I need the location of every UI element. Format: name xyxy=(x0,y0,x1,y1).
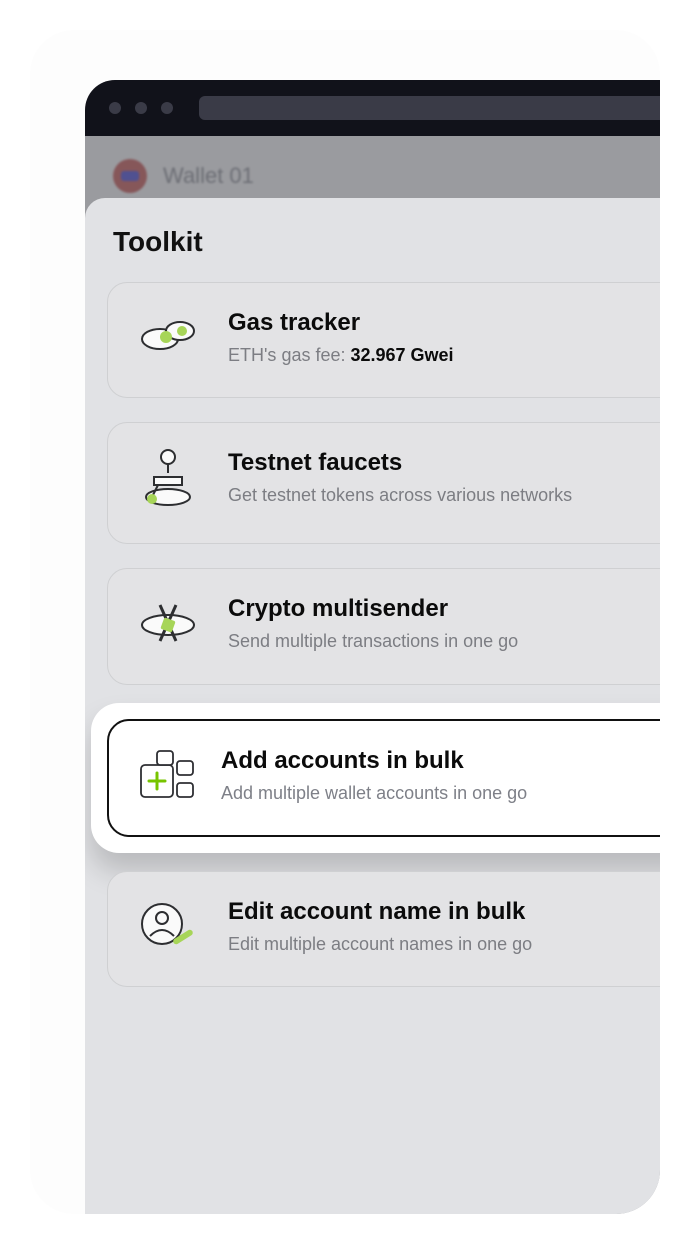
browser-title-bar xyxy=(85,80,660,136)
card-desc: Send multiple transactions in one go xyxy=(228,629,608,653)
window-dot xyxy=(109,102,121,114)
device-frame: Wallet 01 Toolkit xyxy=(30,30,660,1214)
panel-title: Toolkit xyxy=(113,226,203,258)
address-bar[interactable] xyxy=(199,96,660,120)
bulk-edit-icon xyxy=(132,898,204,954)
bulk-add-icon xyxy=(133,747,197,805)
browser-window: Wallet 01 Toolkit xyxy=(85,80,660,1214)
card-desc: ETH's gas fee: 32.967 Gwei xyxy=(228,343,608,367)
gas-icon xyxy=(132,309,204,359)
card-desc: Edit multiple account names in one go xyxy=(228,932,608,956)
panel-header: Toolkit xyxy=(107,226,660,282)
traffic-lights xyxy=(109,102,173,114)
toolkit-panel: Toolkit xyxy=(85,198,660,1214)
card-edit-accounts-bulk[interactable]: Edit account name in bulk Edit multiple … xyxy=(107,871,660,987)
cards-list: Gas tracker ETH's gas fee: 32.967 Gwei N… xyxy=(107,282,660,987)
faucet-icon xyxy=(132,449,204,513)
card-add-accounts-bulk[interactable]: Add accounts in bulk Add multiple wallet… xyxy=(107,719,660,837)
gas-value: 32.967 Gwei xyxy=(350,345,453,365)
card-title: Crypto multisender xyxy=(228,595,608,623)
card-desc: Add multiple wallet accounts in one go xyxy=(221,781,601,805)
card-crypto-multisender[interactable]: Crypto multisender Send multiple transac… xyxy=(107,568,660,684)
card-gas-tracker[interactable]: Gas tracker ETH's gas fee: 32.967 Gwei xyxy=(107,282,660,398)
window-dot xyxy=(135,102,147,114)
card-testnet-faucets[interactable]: New xyxy=(107,422,660,544)
highlighted-card-wrapper: Add accounts in bulk Add multiple wallet… xyxy=(91,703,660,853)
card-title: Add accounts in bulk xyxy=(221,747,601,775)
card-title: Edit account name in bulk xyxy=(228,898,608,926)
multisender-icon xyxy=(132,595,204,651)
card-desc: Get testnet tokens across various networ… xyxy=(228,483,608,507)
window-dot xyxy=(161,102,173,114)
app-content: Wallet 01 Toolkit xyxy=(85,136,660,1214)
card-title: Testnet faucets xyxy=(228,449,608,477)
card-title: Gas tracker xyxy=(228,309,608,337)
gas-desc-prefix: ETH's gas fee: xyxy=(228,345,350,365)
